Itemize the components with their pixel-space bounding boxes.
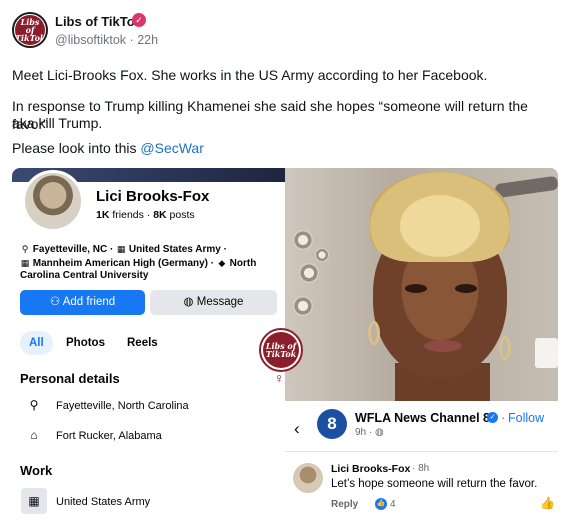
employer-value: United States Army [56, 496, 151, 508]
post-text-line-1: Meet Lici-Brooks Fox. She works in the U… [12, 67, 488, 83]
wfla-comment-panel: ‹ 8 WFLA News Channel 8 ✓ · Follow 9h · … [285, 401, 558, 526]
divider [285, 451, 558, 452]
comment-time: · 8h [412, 463, 430, 474]
author-avatar[interactable]: Libs of TikTok [12, 12, 48, 48]
verified-check-icon: ✓ [487, 412, 498, 423]
facebook-profile-card: Lici Brooks-Fox 1K friends · 8K posts ⚲ … [12, 168, 285, 526]
messenger-icon: ◍ [183, 296, 197, 308]
friends-label: friends · [109, 209, 154, 221]
follow-separator: · [501, 411, 506, 425]
profile-info-line-2: ▦ Mannheim American High (Germany) · ◆ N… [20, 257, 257, 270]
post-text-line-3: Please look into this @SecWar [12, 139, 557, 157]
add-friend-icon: ⚇ [49, 296, 63, 308]
wfla-logo[interactable]: 8 [317, 409, 347, 439]
info-highschool: Mannheim American High (Germany) · [32, 258, 217, 269]
author-handle: @libsoftiktok · 22h [55, 33, 158, 47]
personal-details-heading: Personal details [20, 371, 120, 386]
post-text-line-3-body: Please look into this [12, 140, 141, 156]
back-chevron-icon[interactable]: ‹ [294, 419, 300, 439]
like-reaction-icon: 👍 [375, 498, 387, 510]
follow-button[interactable]: Follow [508, 411, 544, 425]
graduation-cap-icon: ◆ [218, 258, 226, 268]
info-employer: United States Army · [128, 244, 227, 255]
commenter-avatar[interactable] [293, 463, 323, 493]
mention-link[interactable]: @SecWar [140, 140, 203, 156]
author-name[interactable]: Libs of TikTok [55, 14, 142, 29]
message-label: Message [196, 296, 244, 308]
avatar-text-1: Libs of [20, 17, 40, 35]
school-icon: ▦ [20, 258, 30, 268]
globe-icon: ◍ [375, 427, 384, 438]
female-symbol-icon: ♀ [274, 370, 285, 386]
wall-decoration [299, 263, 319, 283]
earring-left [368, 321, 380, 345]
lamp-shade [535, 338, 558, 368]
building-icon: ▦ [21, 488, 47, 514]
person-eye-left [405, 284, 427, 293]
post-text-line-2b: aka kill Trump. [12, 115, 103, 131]
building-icon: ▦ [116, 244, 126, 254]
message-button[interactable]: ◍ Message [150, 290, 277, 315]
person-hair [370, 172, 510, 262]
video-frame [285, 168, 558, 401]
verified-badge-icon: ✓ [132, 13, 146, 27]
avatar-text-2: TikTok [15, 33, 46, 43]
tab-all[interactable]: All [20, 331, 53, 355]
location-pin-icon: ⚲ [29, 398, 39, 412]
posts-count: 8K [153, 209, 167, 221]
person-lips [424, 340, 462, 352]
info-college: North [229, 258, 257, 269]
comment-text: Let’s hope someone will return the favor… [331, 478, 538, 490]
earring-right [499, 336, 511, 360]
profile-stats: 1K friends · 8K posts [96, 209, 195, 221]
reaction-count: 4 [390, 499, 396, 510]
time-separator: · [129, 33, 134, 47]
profile-info-line-3: Carolina Central University [20, 270, 149, 281]
handle-text[interactable]: @libsoftiktok [55, 33, 126, 47]
reply-button[interactable]: Reply [331, 499, 358, 510]
person-eye-right [455, 284, 477, 293]
diagonal-arrow-icon: ↗ [261, 326, 271, 338]
work-heading: Work [20, 463, 53, 478]
post-media-image[interactable]: Lici Brooks-Fox 1K friends · 8K posts ⚲ … [12, 168, 558, 526]
post-time[interactable]: 22h [137, 33, 158, 47]
tab-reels[interactable]: Reels [127, 331, 158, 355]
wfla-page-name[interactable]: WFLA News Channel 8 [355, 411, 490, 425]
wfla-post-meta: 9h · ◍ [355, 427, 384, 438]
home-icon: ⌂ [30, 428, 38, 442]
info-location: Fayetteville, NC · [32, 244, 117, 255]
profile-photo [22, 170, 84, 232]
posts-label: posts [166, 209, 195, 221]
wall-decoration [315, 248, 329, 262]
avatar-logo: Libs of TikTok [15, 15, 45, 45]
profile-name: Lici Brooks-Fox [96, 188, 210, 205]
add-friend-label: Add friend [62, 296, 116, 308]
lives-in-value: Fayetteville, North Carolina [56, 400, 189, 412]
location-pin-icon: ⚲ [21, 244, 29, 254]
wall-decoration [293, 296, 313, 316]
wfla-post-time: 9h · [355, 427, 376, 438]
add-friend-button[interactable]: ⚇ Add friend [20, 290, 145, 315]
from-value: Fort Rucker, Alabama [56, 430, 162, 442]
thumbs-up-icon[interactable]: 👍 [540, 496, 555, 510]
wall-decoration [293, 230, 313, 250]
watermark-text-2: TikTok [265, 349, 297, 359]
friends-count: 1K [96, 209, 110, 221]
tab-photos[interactable]: Photos [66, 331, 105, 355]
comment-author[interactable]: Lici Brooks-Fox [331, 463, 410, 475]
profile-info-line-1: ⚲ Fayetteville, NC · ▦ United States Arm… [20, 243, 227, 256]
